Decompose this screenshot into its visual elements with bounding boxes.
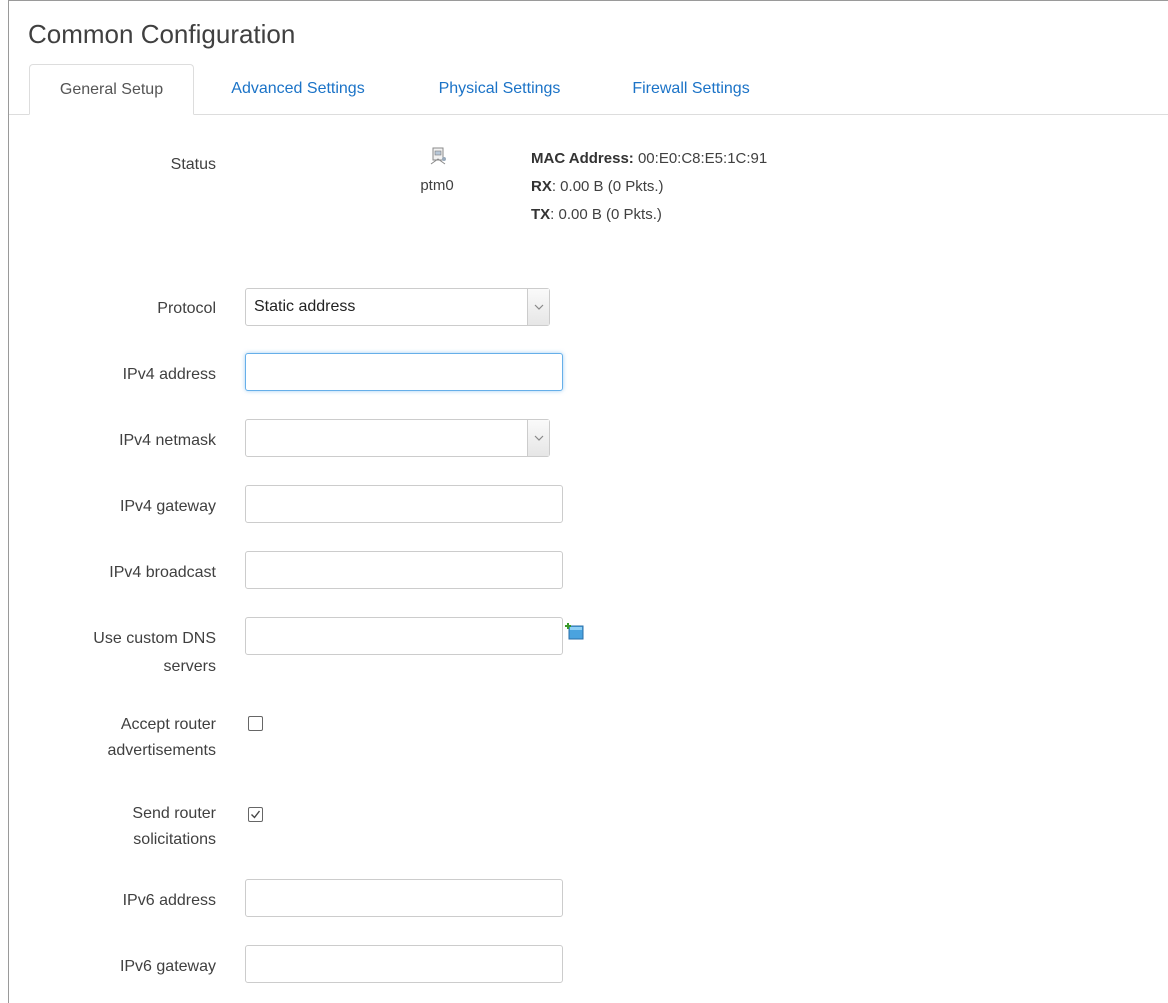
send-rs-label: Send router solicitations (132, 802, 216, 852)
tab-general-setup[interactable]: General Setup (29, 64, 194, 115)
accept-ra-checkbox[interactable] (248, 716, 263, 731)
ipv4-netmask-select[interactable] (245, 419, 550, 457)
checkmark-icon (251, 810, 261, 819)
ipv4-gateway-label: IPv4 gateway (119, 498, 216, 515)
tab-advanced-settings[interactable]: Advanced Settings (209, 64, 387, 114)
chevron-down-icon (527, 289, 549, 325)
tab-firewall-settings[interactable]: Firewall Settings (607, 64, 775, 114)
protocol-select[interactable]: Static address (245, 288, 550, 326)
ipv4-address-label: IPv4 address (122, 366, 216, 383)
status-label: Status (170, 156, 216, 173)
accept-ra-label: Accept router advertisements (108, 713, 217, 763)
ipv4-gateway-input[interactable] (245, 485, 563, 523)
protocol-label: Protocol (157, 300, 216, 317)
accept-ra-label-line2: advertisements (107, 742, 217, 759)
ipv4-netmask-label: IPv4 netmask (119, 432, 216, 449)
chevron-down-icon (527, 420, 549, 456)
send-rs-label-line1: Send router (132, 805, 216, 822)
custom-dns-input[interactable] (245, 617, 563, 655)
tx-label: TX (531, 206, 551, 223)
network-port-icon (429, 146, 449, 166)
ipv6-address-input[interactable] (245, 879, 563, 917)
rx-value: : 0.00 B (0 Pkts.) (551, 178, 664, 195)
ipv4-address-input[interactable] (245, 353, 563, 391)
tx-value: : 0.00 B (0 Pkts.) (550, 206, 662, 223)
mac-address-line: MAC Address: 00:E0:C8:E5:1C:91 (531, 150, 767, 167)
ipv6-gateway-input[interactable] (245, 945, 563, 983)
custom-dns-label-line1: Use custom DNS (93, 630, 216, 647)
add-entry-icon[interactable] (565, 622, 585, 640)
custom-dns-label: Use custom DNS servers (93, 627, 216, 679)
common-configuration-panel: Common Configuration General Setup Advan… (8, 0, 1168, 1003)
tab-physical-settings[interactable]: Physical Settings (412, 64, 587, 114)
protocol-selected-value: Static address (254, 298, 356, 315)
custom-dns-label-line2: servers (163, 658, 216, 675)
tab-bar: General Setup Advanced Settings Physical… (9, 64, 1168, 115)
mac-value: 00:E0:C8:E5:1C:91 (637, 150, 768, 167)
ipv4-broadcast-label: IPv4 broadcast (109, 564, 216, 581)
accept-ra-label-line1: Accept router (120, 716, 216, 733)
send-rs-label-line2: solicitations (133, 831, 216, 848)
ipv4-broadcast-input[interactable] (245, 551, 563, 589)
send-rs-checkbox[interactable] (248, 807, 263, 822)
page-title: Common Configuration (28, 19, 296, 49)
ipv6-address-label: IPv6 address (122, 892, 216, 909)
ipv6-gateway-label: IPv6 gateway (119, 958, 216, 975)
rx-line: RX: 0.00 B (0 Pkts.) (531, 178, 664, 195)
interface-name: ptm0 (420, 177, 454, 194)
mac-label: MAC Address: (531, 150, 634, 167)
rx-label: RX (531, 178, 552, 195)
tx-line: TX: 0.00 B (0 Pkts.) (531, 206, 662, 223)
